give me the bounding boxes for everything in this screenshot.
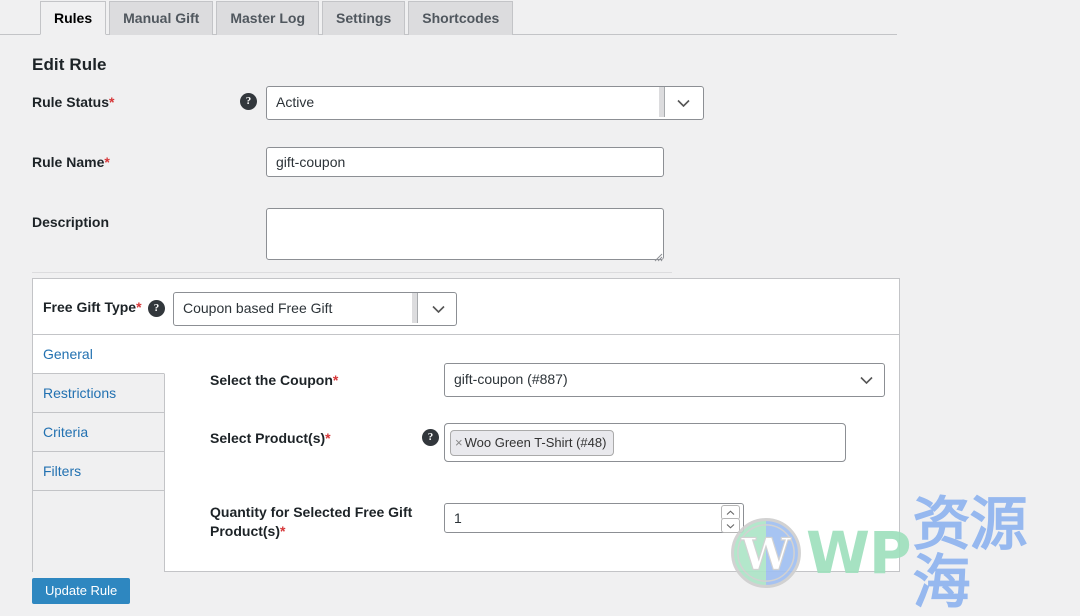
select-products-label: Select Product(s)* — [210, 430, 331, 446]
tab-rules[interactable]: Rules — [40, 1, 107, 35]
select-coupon-dropdown[interactable]: gift-coupon (#887) — [444, 363, 885, 397]
select-coupon-value: gift-coupon (#887) — [454, 371, 568, 387]
quantity-input[interactable] — [444, 503, 744, 533]
rule-status-select[interactable]: Active — [266, 86, 704, 120]
tab-manual-gift[interactable]: Manual Gift — [109, 1, 214, 35]
vtab-filters[interactable]: Filters — [33, 452, 164, 491]
gift-general-panel: Select the Coupon* gift-coupon (#887) Se… — [165, 335, 899, 571]
selected-product-token[interactable]: × Woo Green T-Shirt (#48) — [450, 430, 615, 456]
rule-status-help-icon[interactable]: ? — [240, 93, 257, 110]
watermark-cjk-text: 资源海 — [912, 490, 1027, 616]
quantity-stepper[interactable] — [444, 503, 744, 533]
rule-status-value: Active — [276, 94, 315, 110]
update-rule-button[interactable]: Update Rule — [32, 578, 131, 604]
required-marker: * — [109, 94, 115, 110]
select-clip-edge — [412, 293, 418, 323]
chevron-down-icon — [860, 376, 873, 384]
free-gift-type-value: Coupon based Free Gift — [183, 300, 333, 316]
free-gift-type-help-icon[interactable]: ? — [148, 300, 165, 317]
required-marker: * — [325, 430, 331, 446]
tab-shortcodes[interactable]: Shortcodes — [408, 1, 514, 35]
required-marker: * — [332, 372, 339, 388]
page-title: Edit Rule — [32, 55, 107, 74]
rule-name-input[interactable] — [266, 147, 664, 177]
description-label: Description — [32, 214, 110, 230]
rule-status-label: Rule Status* — [32, 94, 115, 110]
section-divider — [32, 272, 672, 273]
chevron-down-icon — [432, 305, 445, 313]
select-products-help-icon[interactable]: ? — [422, 429, 439, 446]
required-marker: * — [136, 299, 142, 315]
main-tab-bar: Rules Manual Gift Master Log Settings Sh… — [0, 0, 897, 35]
free-gift-type-row: Free Gift Type* ? Coupon based Free Gift — [33, 279, 899, 335]
remove-token-icon[interactable]: × — [455, 435, 463, 450]
description-textarea[interactable] — [266, 208, 664, 260]
free-gift-type-label: Free Gift Type* — [43, 299, 142, 315]
gift-settings-tab-list: General Restrictions Criteria Filters — [33, 335, 165, 572]
select-products-multiselect[interactable]: × Woo Green T-Shirt (#48) — [444, 423, 846, 462]
vtab-restrictions[interactable]: Restrictions — [33, 374, 164, 413]
required-marker: * — [104, 154, 110, 170]
select-clip-edge — [659, 87, 665, 117]
token-label: Woo Green T-Shirt (#48) — [464, 435, 607, 450]
vtab-general[interactable]: General — [33, 335, 165, 374]
required-marker: * — [280, 522, 286, 539]
chevron-down-icon — [677, 99, 690, 107]
quantity-decrement-button[interactable] — [721, 518, 740, 533]
tab-settings[interactable]: Settings — [322, 1, 406, 35]
rule-name-label: Rule Name* — [32, 154, 110, 170]
quantity-label: Quantity for Selected Free Gift Product(s… — [210, 504, 413, 539]
vtab-criteria[interactable]: Criteria — [33, 413, 164, 452]
tab-master-log[interactable]: Master Log — [216, 1, 320, 35]
select-coupon-label: Select the Coupon* — [210, 372, 339, 388]
free-gift-panel: Free Gift Type* ? Coupon based Free Gift… — [32, 278, 900, 572]
